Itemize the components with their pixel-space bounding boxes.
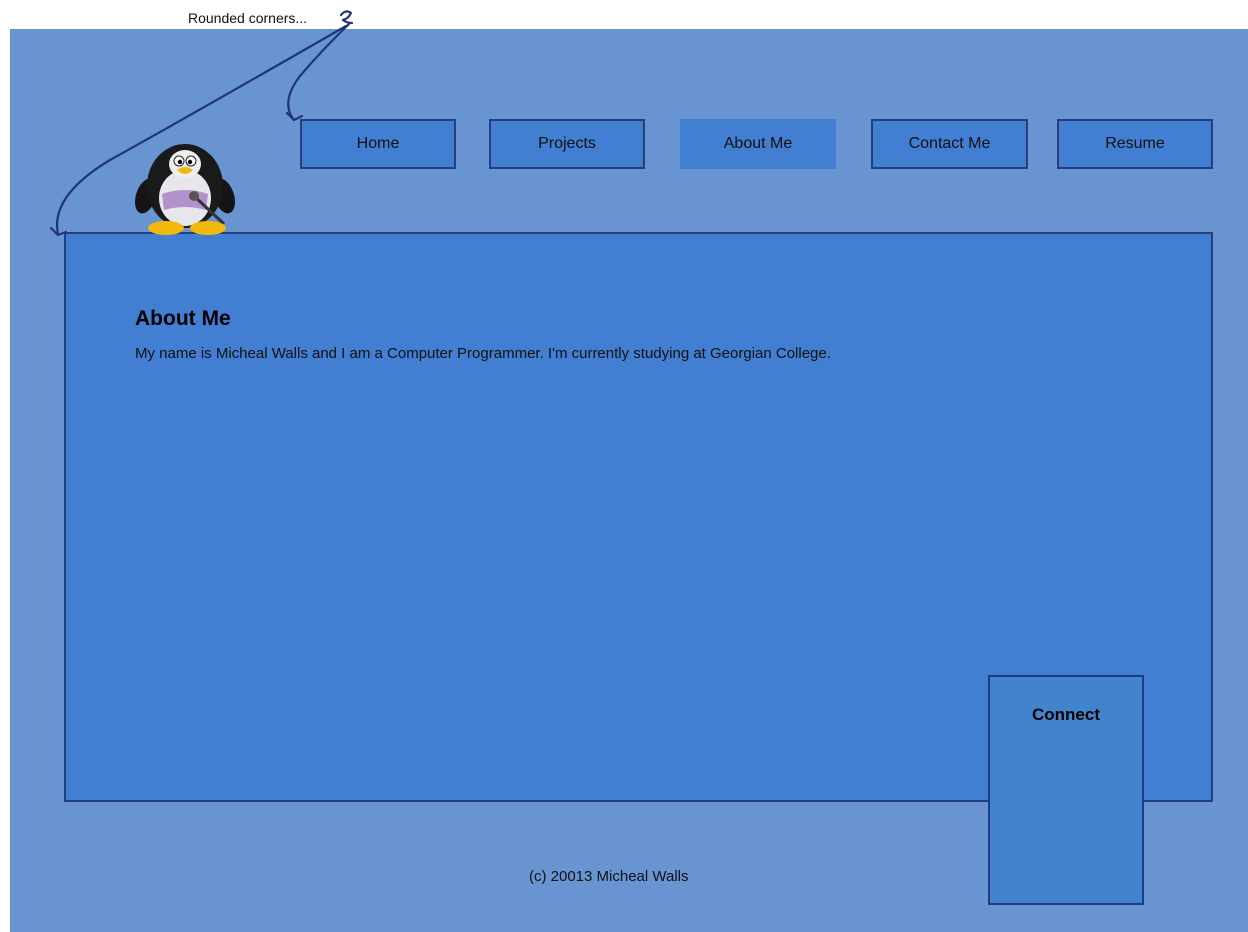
nav-resume-label: Resume <box>1105 135 1165 152</box>
nav-contact-me[interactable]: Contact Me <box>871 119 1028 169</box>
penguin-icon <box>134 144 236 235</box>
nav-projects[interactable]: Projects <box>489 119 645 169</box>
connect-title: Connect <box>1032 705 1100 724</box>
annotation-label: Rounded corners... <box>188 10 308 26</box>
nav-contact-me-label: Contact Me <box>908 135 991 152</box>
nav-about-me-label: About Me <box>723 135 793 152</box>
nav-home[interactable]: Home <box>300 119 456 169</box>
nav-about-me[interactable]: About Me <box>680 119 836 169</box>
connect-box: Connect <box>988 675 1144 905</box>
about-heading: About Me <box>135 307 231 330</box>
nav-projects-label: Projects <box>538 135 596 152</box>
footer-copyright: (c) 20013 Micheal Walls <box>529 868 689 885</box>
nav-home-label: Home <box>356 135 400 152</box>
about-text: My name is Micheal Walls and I am a Comp… <box>135 345 831 362</box>
page-root: Rounded corners... Home Projects About M… <box>0 0 1248 932</box>
nav-resume[interactable]: Resume <box>1057 119 1213 169</box>
